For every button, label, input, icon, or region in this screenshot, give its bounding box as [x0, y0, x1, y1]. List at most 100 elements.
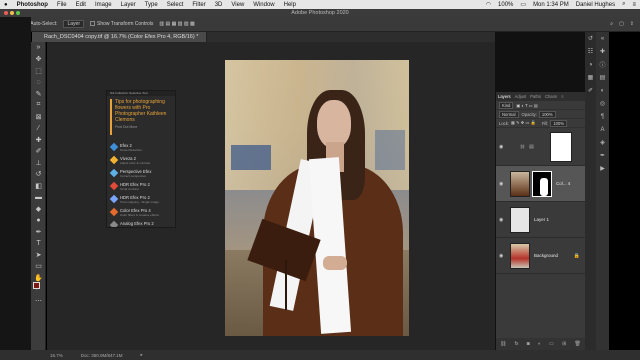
- nik-filter-item[interactable]: Color Efex Pro 4 Color filters & creativ…: [107, 207, 175, 221]
- properties-icon[interactable]: ☷: [585, 45, 596, 58]
- collapse-toolbar-icon[interactable]: »: [31, 42, 46, 54]
- paragraph-icon[interactable]: ¶: [596, 110, 609, 123]
- channels-icon[interactable]: ◈: [596, 136, 609, 149]
- opacity-field[interactable]: 100%: [538, 110, 556, 118]
- tab-paths[interactable]: Paths: [530, 94, 541, 99]
- menu-list-icon[interactable]: ≡: [632, 2, 636, 8]
- close-window-button[interactable]: [4, 11, 8, 15]
- document-size[interactable]: Doc: 350.0M/847.1M: [81, 353, 123, 358]
- tab-channels[interactable]: Chann: [545, 94, 557, 99]
- menu-window[interactable]: Window: [253, 2, 274, 8]
- dodge-tool-icon[interactable]: ●: [31, 215, 46, 227]
- eye-icon[interactable]: ◉: [499, 253, 506, 259]
- tab-adjustments[interactable]: Adjust: [515, 94, 527, 99]
- healing-brush-tool-icon[interactable]: ✚: [31, 134, 46, 146]
- layer-row[interactable]: ◉ ⛓ ▤: [496, 128, 585, 166]
- blur-tool-icon[interactable]: ◆: [31, 203, 46, 215]
- show-transform-checkbox[interactable]: Show Transform Controls: [90, 21, 153, 27]
- new-group-icon[interactable]: ▭: [549, 341, 554, 347]
- menu-3d[interactable]: 3D: [215, 2, 223, 8]
- nik-promo-link[interactable]: Find Out More: [115, 124, 171, 130]
- fx-icon[interactable]: fx: [515, 341, 519, 347]
- new-layer-icon[interactable]: ⊞: [562, 341, 566, 347]
- blend-mode-dropdown[interactable]: Normal: [499, 110, 519, 118]
- more-tools-icon[interactable]: ⋯: [31, 295, 46, 307]
- panel-menu-icon[interactable]: ≡: [561, 94, 563, 99]
- tab-layers[interactable]: Layers: [498, 94, 511, 99]
- nik-filter-item[interactable]: Perspective Efex Correct perspective: [107, 168, 175, 182]
- menu-image[interactable]: Image: [95, 2, 112, 8]
- layer-mask-thumbnail[interactable]: [532, 170, 552, 197]
- battery-icon[interactable]: ▭: [520, 1, 526, 8]
- menu-select[interactable]: Select: [167, 2, 184, 8]
- nik-filter-item[interactable]: Viveza 2 Adjust color & contrast: [107, 155, 175, 169]
- battery-percent[interactable]: 100%: [498, 2, 513, 8]
- clock[interactable]: Mon 1:34 PM: [533, 2, 569, 8]
- layer-name[interactable]: Background: [534, 253, 558, 258]
- link-layers-icon[interactable]: ⛓: [500, 341, 506, 347]
- trash-icon[interactable]: 🗑: [574, 341, 580, 347]
- crop-tool-icon[interactable]: ⌗: [31, 100, 46, 112]
- lock-icons[interactable]: ▦ ✎ ✥ ▭ 🔒: [511, 120, 536, 126]
- auto-select-dropdown[interactable]: Layer: [63, 20, 84, 28]
- expand-panels-icon[interactable]: «: [596, 32, 609, 45]
- layer-name[interactable]: Col... 4: [556, 181, 570, 186]
- nik-filter-item[interactable]: Efex 2 Noise Reduction: [107, 142, 175, 156]
- share-icon[interactable]: ⇪: [630, 21, 634, 27]
- menu-type[interactable]: Type: [145, 2, 158, 8]
- shape-tool-icon[interactable]: ▭: [31, 261, 46, 273]
- menu-filter[interactable]: Filter: [192, 2, 205, 8]
- color-icon[interactable]: ◑: [585, 58, 596, 71]
- layer-kind-dropdown[interactable]: Kind: [499, 101, 514, 109]
- search-icon[interactable]: ⌕: [622, 1, 625, 8]
- minimize-window-button[interactable]: [10, 11, 14, 15]
- menu-layer[interactable]: Layer: [121, 2, 136, 8]
- nik-filter-item[interactable]: HDR Efex Pro 2 Tonal contrast: [107, 181, 175, 195]
- document-photo[interactable]: [225, 60, 409, 336]
- history-icon[interactable]: ↺: [585, 32, 596, 45]
- add-mask-icon[interactable]: ◙: [527, 341, 530, 347]
- gradient-panel-icon[interactable]: ▤: [596, 71, 609, 84]
- lock-icon[interactable]: 🔒: [574, 253, 580, 259]
- menu-edit[interactable]: Edit: [76, 2, 86, 8]
- layer-row[interactable]: ◉ Layer 1: [496, 202, 585, 238]
- pen-tool-icon[interactable]: ✒: [31, 226, 46, 238]
- align-icons[interactable]: ▥ ▤ ▦ ▧ ▨ ▩: [159, 21, 194, 27]
- zoom-window-button[interactable]: [16, 11, 20, 15]
- history-brush-tool-icon[interactable]: ↺: [31, 169, 46, 181]
- lasso-tool-icon[interactable]: ◌: [31, 77, 46, 89]
- menu-help[interactable]: Help: [284, 2, 296, 8]
- menu-app-name[interactable]: Photoshop: [17, 2, 48, 8]
- menu-view[interactable]: View: [231, 2, 244, 8]
- nik-filter-item[interactable]: Analog Efex Pro 2: [107, 220, 175, 227]
- status-menu-icon[interactable]: ▸: [141, 352, 143, 358]
- clone-stamp-tool-icon[interactable]: ⊥: [31, 157, 46, 169]
- eyedropper-tool-icon[interactable]: ⁄: [31, 123, 46, 135]
- eraser-tool-icon[interactable]: ◧: [31, 180, 46, 192]
- frame-tool-icon[interactable]: ⊠: [31, 111, 46, 123]
- apple-menu-icon[interactable]: ●: [4, 2, 8, 8]
- workspace-icon[interactable]: ▢: [619, 21, 624, 27]
- plus-icon[interactable]: ✚: [596, 45, 609, 58]
- user-name[interactable]: Daniel Hughes: [576, 2, 615, 8]
- type-tool-icon[interactable]: T: [31, 238, 46, 250]
- quick-select-tool-icon[interactable]: ✎: [31, 88, 46, 100]
- layer-row-selected[interactable]: ◉ Col... 4: [496, 166, 585, 202]
- wifi-icon[interactable]: ◠: [486, 1, 491, 8]
- adjustments-icon[interactable]: ◐: [596, 84, 609, 97]
- nik-promo[interactable]: Tips for photographing flowers with Pro …: [107, 96, 175, 138]
- brush-tool-icon[interactable]: ✐: [31, 146, 46, 158]
- actions-icon[interactable]: ▶: [596, 162, 609, 175]
- gradient-tool-icon[interactable]: ▬: [31, 192, 46, 204]
- eye-icon[interactable]: ◉: [499, 181, 506, 187]
- fill-field[interactable]: 100%: [550, 119, 568, 127]
- info-icon[interactable]: ⓘ: [596, 58, 609, 71]
- path-select-tool-icon[interactable]: ➤: [31, 249, 46, 261]
- nik-filter-item[interactable]: HDR Efex Pro 2 Tone mapping - Single ima…: [107, 194, 175, 208]
- eye-icon[interactable]: ◉: [499, 144, 506, 150]
- libraries-icon[interactable]: ◎: [596, 97, 609, 110]
- menu-file[interactable]: File: [57, 2, 67, 8]
- brush-panel-icon[interactable]: ✐: [585, 84, 596, 97]
- document-tab[interactable]: Rach_DSC0404 copy.tif @ 16.7% (Color Efe…: [32, 32, 207, 42]
- move-tool-icon[interactable]: ✥: [31, 54, 46, 66]
